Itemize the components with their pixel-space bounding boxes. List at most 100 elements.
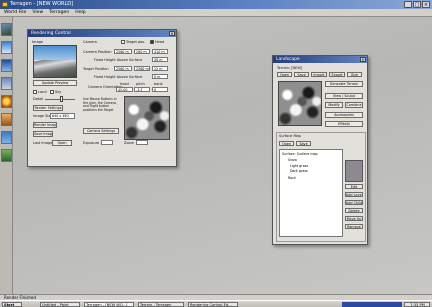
orientation-bank-field[interactable]: 0 [152,87,168,92]
terrain-save-button[interactable]: Save [294,72,309,77]
landscape-dialog: Landscape × Terrain: [NEW] Open Save Imp… [272,55,368,245]
tree-node-rock[interactable]: Rock [288,176,296,180]
detail-label: Detail [33,97,44,101]
sky-checkbox[interactable] [50,90,54,94]
desktop: Terragen - [NEW WORLD] _ □ × World File … [0,0,432,307]
menu-bar: World File View Terragen Help [0,9,432,17]
terrain-preview[interactable] [278,81,322,126]
terrain-export-button[interactable]: Export [329,72,345,77]
remove-layer-button[interactable]: Remove [345,224,363,229]
delete-layer-button[interactable]: Delete [345,208,363,213]
atmosphere-tool-icon[interactable] [1,113,12,126]
rendering-control-title-bar: Rendering Control × [28,30,176,37]
head-checkbox[interactable] [150,40,154,44]
taskbar-item-paint[interactable]: Untitled - Paint [40,302,80,307]
lighting-tool-icon[interactable] [1,95,12,108]
combine-button[interactable]: Combine [345,102,363,108]
menu-help[interactable]: Help [75,9,85,16]
close-icon[interactable]: × [360,57,366,62]
close-button[interactable]: × [422,1,430,8]
surface-map-open-button[interactable]: Open [279,141,294,146]
tree-node-surface-map[interactable]: Surface: Surface map [282,152,318,156]
taskbar: Start Untitled - Paint Terragen - [NEW W… [0,300,432,307]
camera-z-field[interactable]: 410 m [152,49,168,54]
generate-terrain-button[interactable]: Generate Terrain [325,81,363,87]
fixed-height-camera-field[interactable]: 30 m [152,57,168,62]
orientation-header-pitch: pitch [136,82,145,86]
zoom-field[interactable] [136,140,148,145]
orientation-pitch-field[interactable]: -3.5 [134,87,150,92]
view-sculpt-button[interactable]: View / Sculpt [325,93,363,99]
add-layer-button[interactable]: Add Layer [345,192,363,197]
tree-node-dark-grass[interactable]: Dark grass [290,169,308,173]
water-tool-icon[interactable] [1,59,12,72]
start-button[interactable]: Start [2,302,22,307]
taskbar-item-terragen[interactable]: Terragen - [NEW WO...] [84,302,134,307]
exposure-field[interactable] [101,140,113,145]
surface-edit-button[interactable]: Edit [345,184,363,189]
target-position-row-label: Target Position [83,67,109,71]
terrain-size-button[interactable]: Size [347,72,362,77]
render-image-button[interactable]: Render Image [33,122,57,128]
menu-terragen[interactable]: Terragen [49,9,69,16]
move-up-button[interactable]: Move Up [345,216,363,221]
surface-map-label: Surface Map [278,134,302,138]
accessories-button[interactable]: Accessories [325,112,363,118]
render-tool-icon[interactable] [1,149,12,162]
terrain-open-button[interactable]: Open [277,72,292,77]
image-section-label: Image [32,40,43,44]
surface-layer-tree[interactable]: Surface: Surface map Snow Light grass Da… [279,149,343,237]
image-size-field[interactable]: 640 x 480 [50,113,75,119]
update-preview-button[interactable]: Update Preview [33,80,77,86]
save-image-button[interactable]: Save Image [33,131,53,137]
render-preview-image [33,45,77,78]
orientation-head-field[interactable]: 45.00 [116,87,133,92]
landscape-tool-icon[interactable] [1,23,12,36]
close-icon[interactable]: × [169,31,175,36]
target-z-field[interactable]: 12 m [152,66,168,71]
camera-plan-view[interactable] [124,96,170,140]
land-label: Land [38,90,47,94]
fixed-height-target-label: Fixed Height Above Surface [94,75,143,79]
app-icon [2,2,8,7]
head-label: Head [155,40,165,44]
camera-settings-button[interactable]: Camera Settings [83,128,119,134]
target-y-field[interactable]: 2560 m [134,66,150,71]
detail-slider-thumb[interactable] [60,96,63,102]
last-image-label: Last Image [33,141,53,145]
minimize-button[interactable]: _ [404,1,412,8]
window-buttons: _ □ × [404,1,430,8]
terrain-name-label: Terrain: [NEW] [277,66,303,70]
surface-color-swatch [345,160,363,182]
camera-tool-icon[interactable] [1,131,12,144]
rendering-control-dialog: Rendering Control × Image Update Preview… [27,29,177,167]
target-position-checkbox[interactable] [121,40,125,44]
terrain-import-button[interactable]: Import [311,72,327,77]
taskbar-item-terrain[interactable]: Terrain - Terragen [138,302,184,307]
target-x-field[interactable]: 2560 m [114,66,132,71]
camera-y-field[interactable]: 280 m [134,49,150,54]
taskbar-item-rendering-control[interactable]: Rendering Control Ed... [188,302,238,307]
tree-node-light-grass[interactable]: Light grass [290,164,308,168]
tree-node-snow[interactable]: Snow [288,158,297,162]
zoom-label: Zoom [124,141,135,145]
land-checkbox[interactable] [33,90,37,94]
menu-view[interactable]: View [32,9,43,16]
render-settings-button[interactable]: Render Settings [33,105,63,111]
system-tray [342,302,402,307]
cloud-tool-icon[interactable] [1,77,12,90]
landscape-title-bar: Landscape × [273,56,367,63]
camera-section-label: Camera [83,40,97,44]
modify-button[interactable]: Modify [325,102,343,108]
menu-world-file[interactable]: World File [4,9,26,16]
fixed-height-target-field[interactable]: 0 m [152,74,168,79]
surface-map-save-button[interactable]: Save [296,141,311,146]
effects-button[interactable]: Effects [325,121,363,127]
app-title-bar: Terragen - [NEW WORLD] _ □ × [0,0,432,9]
add-child-button[interactable]: Add Child [345,200,363,205]
maximize-button[interactable]: □ [413,1,421,8]
orientation-header-bank: bank [154,82,163,86]
camera-x-field[interactable]: 2560 m [114,49,132,54]
open-last-image-button[interactable]: Open [52,140,72,146]
sky-tool-icon[interactable] [1,41,12,54]
